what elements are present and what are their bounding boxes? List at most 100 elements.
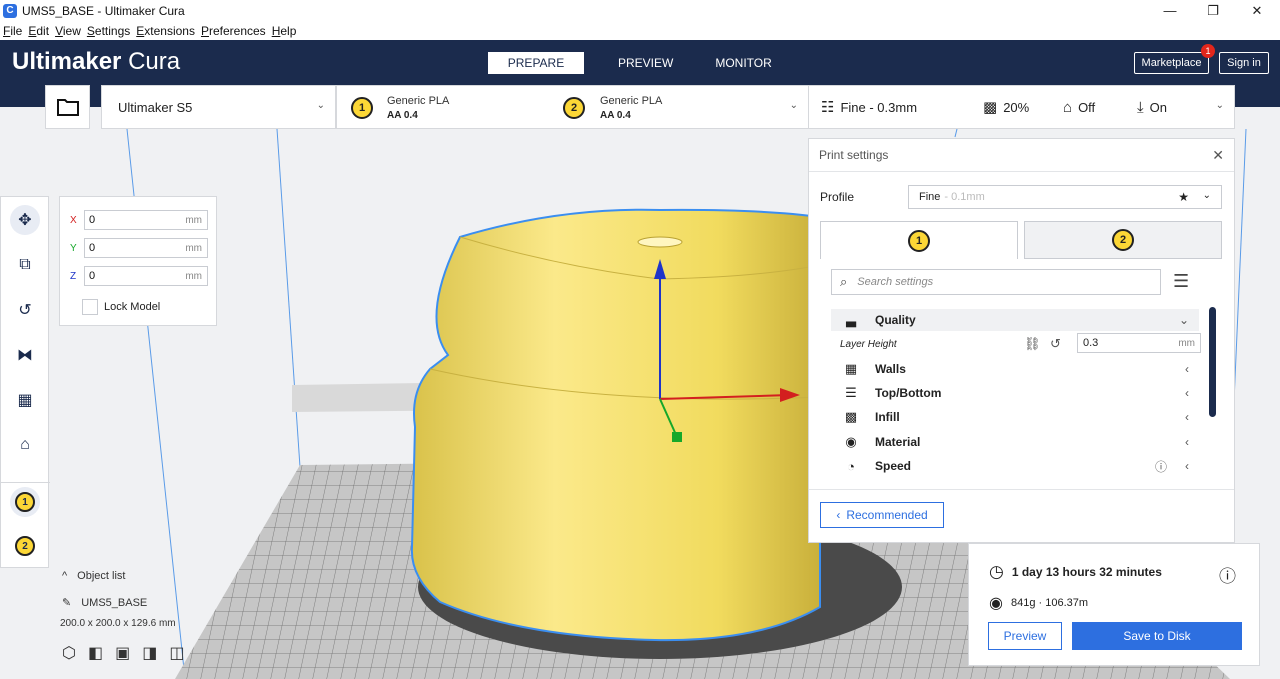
recommended-button[interactable]: ‹ Recommended bbox=[820, 502, 944, 528]
infill-summary: ▩ 20% bbox=[983, 99, 1030, 116]
view-top-icon[interactable]: ▣ bbox=[115, 643, 130, 663]
menu-view[interactable]: View bbox=[55, 24, 81, 38]
object-name: UMS5_BASE bbox=[81, 596, 148, 609]
category-speed[interactable]: ◔ Speed ⓘ ‹ bbox=[831, 455, 1199, 477]
print-settings-panel: Print settings ✕ Profile Fine - 0.1mm ★ ⌄… bbox=[808, 138, 1235, 543]
tab-extruder-1[interactable]: 1 bbox=[820, 221, 1018, 259]
menu-settings[interactable]: Settings bbox=[87, 24, 130, 38]
close-icon[interactable]: ✕ bbox=[1212, 147, 1224, 164]
printer-selector[interactable]: Ultimaker S5 ⌄ bbox=[101, 85, 336, 129]
lock-model-checkbox[interactable] bbox=[82, 299, 98, 315]
menu-extensions[interactable]: Extensions bbox=[136, 24, 195, 38]
category-top-bottom[interactable]: ☰ Top/Bottom ‹ bbox=[831, 382, 1199, 404]
chevron-left-icon: ‹ bbox=[1185, 410, 1189, 424]
tool-column: ✥ ⧉ ↺ ⧓ ▦ ⌂ 1 2 bbox=[0, 196, 50, 568]
extruder-2-icon: 2 bbox=[563, 97, 585, 119]
extruder-1-select[interactable]: 1 bbox=[10, 487, 40, 517]
y-axis-row: Y 0 mm bbox=[70, 238, 208, 258]
category-quality[interactable]: ▃ Quality ⌄ bbox=[831, 309, 1199, 331]
per-model-settings-icon[interactable]: ▦ bbox=[10, 385, 40, 415]
search-icon: ⌕ bbox=[840, 274, 848, 289]
z-input[interactable]: 0 mm bbox=[84, 266, 208, 286]
window-title: UMS5_BASE - Ultimaker Cura bbox=[22, 3, 185, 18]
menu-preferences[interactable]: Preferences bbox=[201, 24, 266, 38]
tab-extruder-2[interactable]: 2 bbox=[1024, 221, 1222, 259]
save-to-disk-button[interactable]: Save to Disk bbox=[1072, 622, 1242, 650]
material-selector[interactable]: 1 Generic PLA AA 0.4 2 Generic PLA AA 0.… bbox=[336, 85, 809, 129]
move-tool-panel: X 0 mm Y 0 mm Z 0 mm Lock Model bbox=[59, 196, 217, 326]
rotate-tool-icon[interactable]: ↺ bbox=[10, 295, 40, 325]
sign-in-button[interactable]: Sign in bbox=[1219, 52, 1269, 74]
profile-dropdown[interactable]: Fine - 0.1mm ★ ⌄ bbox=[908, 185, 1222, 209]
menu-bar: File Edit View Settings Extensions Prefe… bbox=[0, 21, 1280, 40]
open-file-button[interactable] bbox=[45, 85, 90, 129]
link-icon[interactable]: ⛓ bbox=[1024, 336, 1041, 352]
print-settings-title: Print settings bbox=[819, 148, 889, 162]
move-tool-icon[interactable]: ✥ bbox=[10, 205, 40, 235]
reset-icon[interactable]: ↺ bbox=[1050, 336, 1061, 352]
chevron-down-icon: ⌄ bbox=[1202, 190, 1211, 201]
preview-button[interactable]: Preview bbox=[988, 622, 1062, 650]
extruder-2-select[interactable]: 2 bbox=[10, 531, 40, 561]
search-input[interactable]: ⌕ Search settings bbox=[831, 269, 1161, 295]
sliders-icon: ☷ bbox=[821, 99, 835, 116]
settings-menu-icon[interactable]: ☰ bbox=[1173, 271, 1189, 292]
tab-preview[interactable]: PREVIEW bbox=[602, 52, 689, 74]
extruder-2-material: Generic PLA bbox=[600, 95, 663, 107]
marketplace-notification-badge: 1 bbox=[1201, 44, 1215, 58]
infill-icon: ▩ bbox=[844, 409, 858, 424]
model-ums5-base[interactable] bbox=[410, 208, 821, 642]
maximize-button[interactable]: ❐ bbox=[1193, 0, 1233, 21]
menu-help[interactable]: Help bbox=[272, 24, 297, 38]
category-walls[interactable]: ▦ Walls ‹ bbox=[831, 358, 1199, 380]
top-bottom-icon: ☰ bbox=[845, 385, 857, 400]
chevron-down-icon: ⌄ bbox=[316, 100, 325, 111]
lock-model-label: Lock Model bbox=[104, 301, 161, 313]
mirror-tool-icon[interactable]: ⧓ bbox=[10, 340, 40, 370]
quality-icon: ▃ bbox=[846, 312, 856, 327]
menu-edit[interactable]: Edit bbox=[28, 24, 49, 38]
speed-icon: ◔ bbox=[847, 458, 855, 474]
view-front-icon[interactable]: ◧ bbox=[88, 643, 103, 663]
star-icon[interactable]: ★ bbox=[1178, 190, 1189, 204]
settings-scrollbar[interactable] bbox=[1209, 307, 1216, 417]
close-window-button[interactable]: ✕ bbox=[1237, 0, 1277, 21]
tab-prepare[interactable]: PREPARE bbox=[488, 52, 584, 74]
view-left-icon[interactable]: ◨ bbox=[142, 643, 157, 663]
layer-height-input[interactable]: 0.3 mm bbox=[1077, 333, 1201, 353]
support-icon: ⌂ bbox=[1063, 98, 1073, 116]
print-time: 1 day 13 hours 32 minutes bbox=[1011, 565, 1162, 579]
minimize-button[interactable]: — bbox=[1150, 0, 1190, 21]
marketplace-button[interactable]: Marketplace bbox=[1134, 52, 1209, 74]
object-list-toggle[interactable]: ^ Object list bbox=[62, 570, 184, 582]
view-3d-icon[interactable]: ⬡ bbox=[62, 643, 76, 663]
view-right-icon[interactable]: ◫ bbox=[169, 643, 184, 663]
printer-name: Ultimaker S5 bbox=[118, 99, 193, 115]
chevron-up-icon: ^ bbox=[62, 570, 68, 582]
info-icon[interactable]: ⓘ bbox=[1219, 562, 1236, 587]
info-icon[interactable]: ⓘ bbox=[1155, 458, 1167, 475]
tab-monitor[interactable]: MONITOR bbox=[699, 52, 787, 74]
x-input[interactable]: 0 mm bbox=[84, 210, 208, 230]
lock-model-row[interactable]: Lock Model bbox=[82, 299, 160, 315]
menu-file[interactable]: File bbox=[3, 24, 22, 38]
chevron-left-icon: ‹ bbox=[1185, 362, 1189, 376]
category-material[interactable]: ◉ Material ‹ bbox=[831, 431, 1199, 453]
tool-divider bbox=[1, 482, 50, 483]
z-label: Z bbox=[70, 270, 77, 282]
chevron-down-icon: ⌄ bbox=[1215, 100, 1224, 111]
print-time-row: ◷ 1 day 13 hours 32 minutes bbox=[989, 562, 1162, 582]
scale-tool-icon[interactable]: ⧉ bbox=[10, 250, 40, 280]
print-setup-selector[interactable]: ☷ Fine - 0.3mm ▩ 20% ⌂ Off ⤓ On ⌄ bbox=[808, 85, 1235, 129]
chevron-left-icon: ‹ bbox=[836, 508, 841, 522]
window-titlebar: C UMS5_BASE - Ultimaker Cura — ❐ ✕ bbox=[0, 0, 1280, 21]
folder-icon bbox=[56, 99, 79, 116]
support-blocker-icon[interactable]: ⌂ bbox=[10, 430, 40, 460]
y-input[interactable]: 0 mm bbox=[84, 238, 208, 258]
cura-app-icon: C bbox=[3, 3, 17, 18]
extruder-2-core: AA 0.4 bbox=[600, 110, 631, 121]
profile-label: Profile bbox=[820, 190, 855, 204]
category-infill[interactable]: ▩ Infill ‹ bbox=[831, 406, 1199, 428]
adhesion-summary: ⤓ On bbox=[1137, 98, 1167, 116]
object-name-row[interactable]: ✎ UMS5_BASE bbox=[62, 596, 184, 610]
